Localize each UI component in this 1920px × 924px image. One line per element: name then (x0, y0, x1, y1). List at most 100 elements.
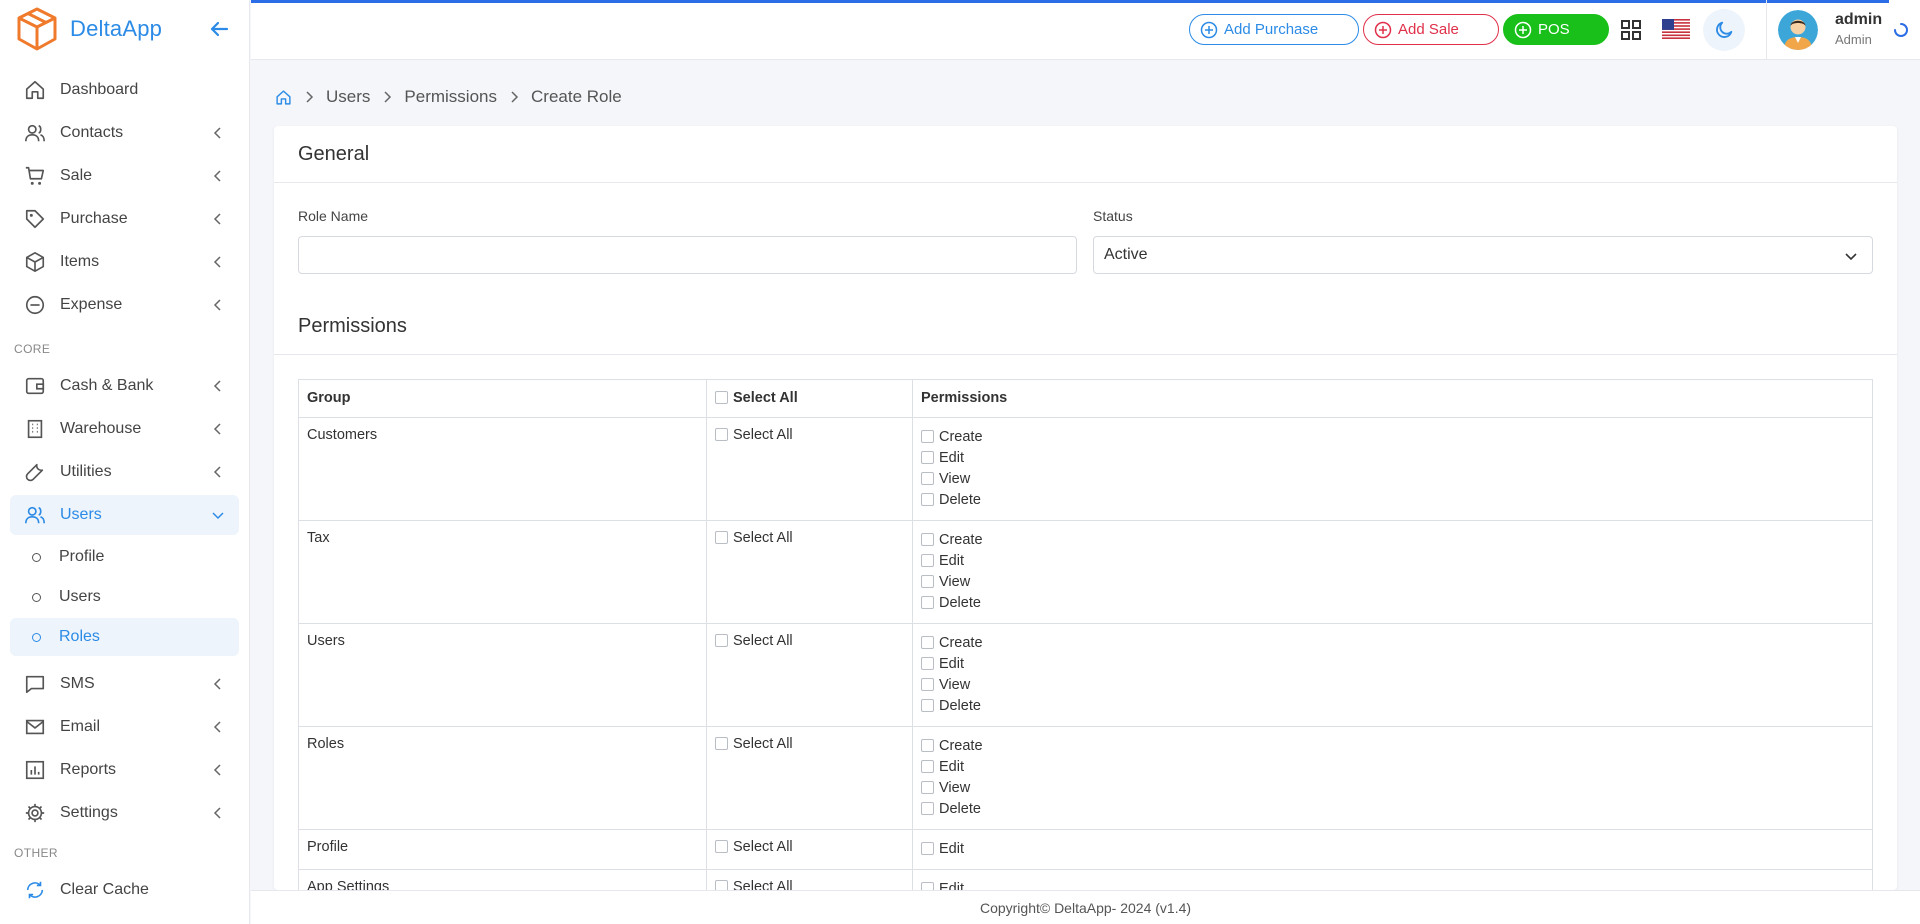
permission-list: Create Edit View Delete (912, 417, 1873, 521)
permission-checkbox[interactable] (921, 636, 934, 649)
permissions-section-title: Permissions (274, 298, 1897, 355)
row-select-all: Select All (706, 869, 913, 890)
permission-label: View (939, 471, 971, 487)
sidebar-item-clear-cache[interactable]: Clear Cache (10, 870, 239, 910)
row-select-all-label: Select All (733, 839, 793, 855)
select-all-checkbox[interactable] (715, 391, 728, 404)
row-select-all-checkbox[interactable] (715, 840, 728, 853)
topbar: Add Purchase Add Sale POS admin Admin (251, 0, 1920, 60)
permission-label: View (939, 677, 971, 693)
permission-checkbox[interactable] (921, 802, 934, 815)
footer: Copyright© DeltaApp- 2024 (v1.4) (251, 890, 1920, 924)
breadcrumb-permissions[interactable]: Permissions (404, 87, 497, 107)
permission-item: Delete (921, 799, 1864, 820)
avatar[interactable] (1778, 10, 1818, 50)
permission-label: Edit (939, 881, 964, 890)
row-select-all-checkbox[interactable] (715, 634, 728, 647)
sidebar-item-label: Warehouse (60, 420, 142, 437)
add-purchase-button[interactable]: Add Purchase (1189, 14, 1359, 45)
row-select-all-checkbox[interactable] (715, 531, 728, 544)
sidebar-item-utilities[interactable]: Utilities (10, 452, 239, 492)
sidebar-item-email[interactable]: Email (10, 707, 239, 747)
chevron-left-icon (213, 721, 221, 733)
sidebar-item-settings[interactable]: Settings (10, 793, 239, 833)
row-select-all-checkbox[interactable] (715, 737, 728, 750)
brand[interactable]: DeltaApp (0, 0, 249, 58)
permission-checkbox[interactable] (921, 882, 934, 890)
plus-circle-icon (1374, 21, 1392, 38)
chevron-right-icon (304, 90, 314, 104)
row-select-all-label: Select All (733, 633, 793, 649)
sidebar-subitem-profile[interactable]: Profile (10, 538, 239, 576)
sidebar-item-expense[interactable]: Expense (10, 285, 239, 325)
sidebar-item-items[interactable]: Items (10, 242, 239, 282)
sidebar-item-contacts[interactable]: Contacts (10, 113, 239, 153)
sidebar-item-reports[interactable]: Reports (10, 750, 239, 790)
table-row: Tax Select All Create Edit View Delete (298, 520, 1873, 624)
group-name: Profile (298, 829, 707, 870)
sidebar-item-cash-bank[interactable]: Cash & Bank (10, 366, 239, 406)
pos-button[interactable]: POS (1503, 14, 1609, 45)
row-select-all-label: Select All (733, 530, 793, 546)
add-sale-button[interactable]: Add Sale (1363, 14, 1499, 45)
sidebar-item-dashboard[interactable]: Dashboard (10, 70, 239, 110)
permission-item: View (921, 572, 1864, 593)
loading-progress-bar (251, 0, 1889, 3)
arrow-left-icon[interactable] (207, 17, 231, 41)
permission-checkbox[interactable] (921, 842, 934, 855)
table-row: Profile Select All Edit (298, 829, 1873, 870)
row-select-all-label: Select All (733, 427, 793, 443)
home-icon (24, 79, 46, 101)
sidebar: DeltaApp Dashboard Contacts Sale Purchas… (0, 0, 250, 924)
permission-checkbox[interactable] (921, 781, 934, 794)
home-icon[interactable] (275, 89, 292, 106)
chevron-left-icon (213, 170, 221, 182)
row-select-all-checkbox[interactable] (715, 428, 728, 441)
row-select-all-checkbox[interactable] (715, 880, 728, 890)
plus-circle-icon (1200, 21, 1218, 38)
permission-checkbox[interactable] (921, 533, 934, 546)
permission-item: Create (921, 633, 1864, 654)
permission-checkbox[interactable] (921, 699, 934, 712)
chevron-left-icon (213, 299, 221, 311)
permission-checkbox[interactable] (921, 493, 934, 506)
permission-checkbox[interactable] (921, 596, 934, 609)
row-select-all-label: Select All (733, 736, 793, 752)
us-flag-icon[interactable] (1662, 19, 1690, 39)
permission-checkbox[interactable] (921, 739, 934, 752)
row-select-all: Select All (706, 623, 913, 727)
header-select-all-label: Select All (733, 390, 798, 406)
user-name[interactable]: admin (1835, 11, 1882, 29)
sidebar-item-purchase[interactable]: Purchase (10, 199, 239, 239)
permission-checkbox[interactable] (921, 554, 934, 567)
row-select-all: Select All (706, 520, 913, 624)
permission-checkbox[interactable] (921, 430, 934, 443)
permission-checkbox[interactable] (921, 575, 934, 588)
status-select[interactable]: Active (1093, 236, 1873, 274)
user-role: Admin (1835, 32, 1872, 47)
chevron-down-icon (212, 512, 224, 520)
permission-item: Edit (921, 879, 1864, 890)
permission-checkbox[interactable] (921, 451, 934, 464)
sidebar-item-users[interactable]: Users (10, 495, 239, 535)
status-selected-value: Active (1104, 246, 1148, 263)
sidebar-item-sms[interactable]: SMS (10, 664, 239, 704)
apps-grid-icon[interactable] (1619, 18, 1643, 42)
role-name-input[interactable] (298, 236, 1077, 274)
sidebar-subitem-roles[interactable]: Roles (10, 618, 239, 656)
breadcrumb-users[interactable]: Users (326, 87, 370, 107)
permission-item: Delete (921, 593, 1864, 614)
permission-checkbox[interactable] (921, 472, 934, 485)
sidebar-item-sale[interactable]: Sale (10, 156, 239, 196)
chevron-left-icon (213, 807, 221, 819)
permission-checkbox[interactable] (921, 657, 934, 670)
permission-item: Edit (921, 551, 1864, 572)
sidebar-subitem-users[interactable]: Users (10, 578, 239, 616)
permission-checkbox[interactable] (921, 760, 934, 773)
moon-icon (1716, 21, 1733, 38)
permission-checkbox[interactable] (921, 678, 934, 691)
theme-toggle-button[interactable] (1703, 9, 1745, 51)
sidebar-item-warehouse[interactable]: Warehouse (10, 409, 239, 449)
role-name-label: Role Name (298, 208, 369, 224)
chevron-left-icon (213, 678, 221, 690)
